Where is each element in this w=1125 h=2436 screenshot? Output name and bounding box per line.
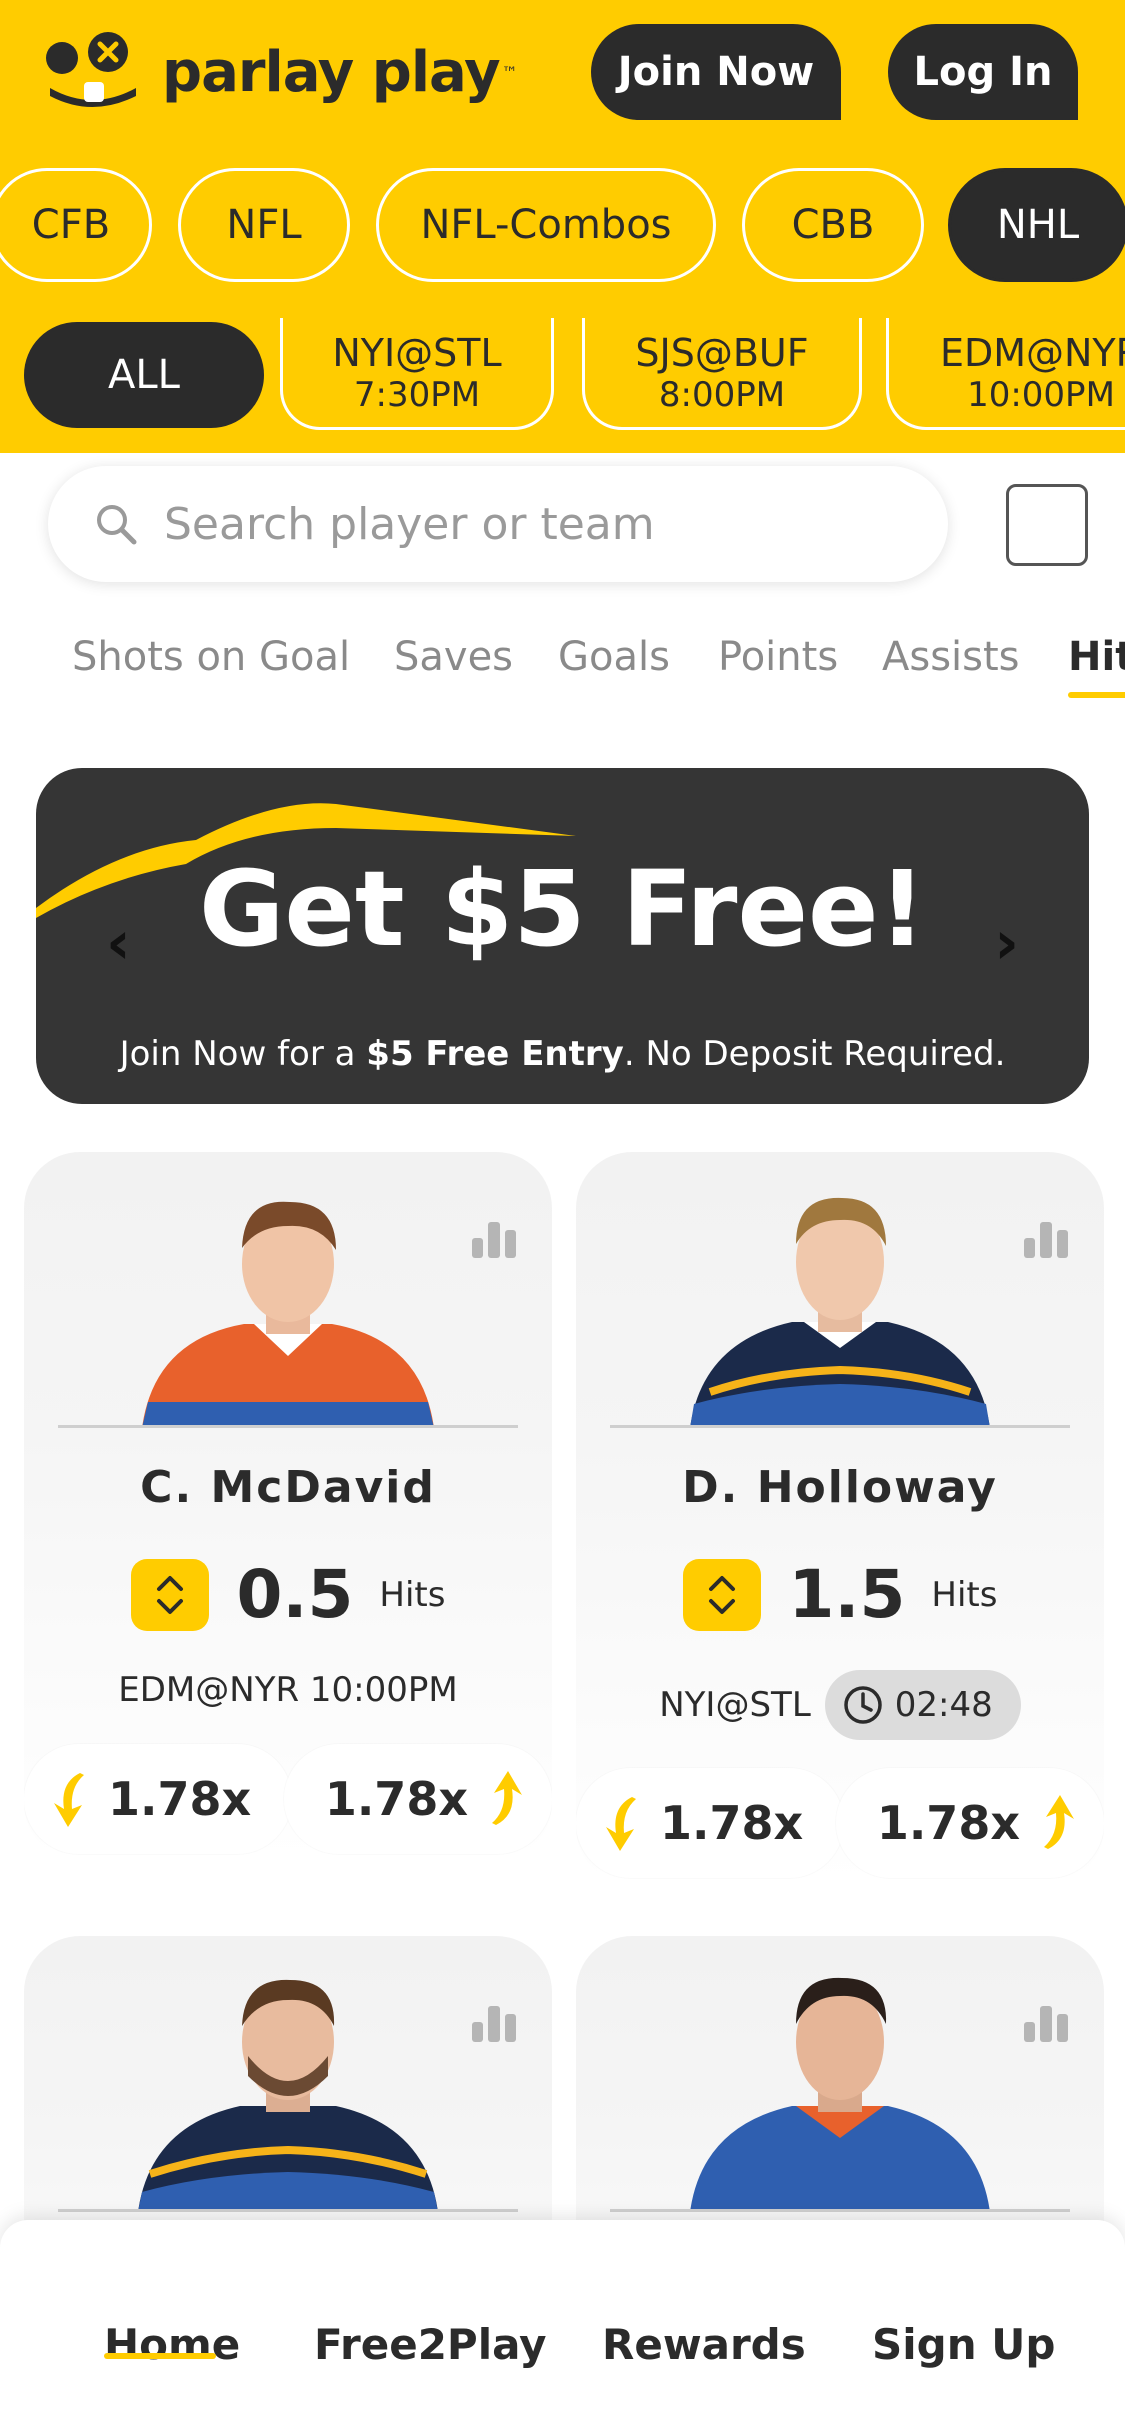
tab-hits[interactable]: Hits — [1068, 634, 1125, 680]
game-teams: NYI@STL — [332, 330, 502, 375]
swap-updown-icon[interactable] — [682, 1558, 761, 1631]
arrow-up-icon — [1038, 1793, 1078, 1853]
sport-filter-row: CFB NFL NFL-Combos CBB NHL — [0, 168, 1125, 282]
player-name: D. Holloway — [682, 1462, 998, 1513]
game-time: 10:00PM — [967, 374, 1115, 415]
game-clock: 02:48 — [894, 1685, 993, 1725]
sport-pill-nfl-combos[interactable]: NFL-Combos — [376, 168, 716, 282]
banner-title: Get $5 Free! — [199, 848, 926, 970]
tab-shots-on-goal[interactable]: Shots on Goal — [72, 634, 350, 680]
app-header: parlay play ™ Join Now Log In CFB NFL NF… — [0, 0, 1125, 453]
bar-chart-icon[interactable] — [1024, 1218, 1068, 1258]
game-filter-row: NYI@STL 7:30PM SJS@BUF 8:00PM EDM@NYR 10… — [0, 318, 1125, 430]
chevron-left-icon[interactable]: ‹ — [106, 908, 131, 978]
player-photo — [610, 1956, 1070, 2212]
sport-pill-cfb[interactable]: CFB — [0, 168, 152, 282]
more-button[interactable]: 1.78x — [284, 1744, 552, 1854]
game-time: 7:30PM — [353, 374, 481, 415]
prop-line: 0.5 Hits — [24, 1556, 552, 1633]
bottom-nav: Home Free2Play Rewards Sign Up — [0, 2220, 1125, 2436]
stat-tabs: Shots on Goal Saves Goals Points Assists… — [0, 626, 1125, 706]
log-in-button[interactable]: Log In — [888, 24, 1078, 120]
more-odds: 1.78x — [876, 1796, 1020, 1850]
prop-line: 1.5 Hits — [576, 1556, 1104, 1633]
top-bar: parlay play ™ Join Now Log In — [0, 0, 1125, 150]
banner-subtitle: Join Now for a $5 Free Entry. No Deposit… — [36, 1034, 1089, 1074]
line-stat: Hits — [931, 1574, 998, 1615]
banner-sub-bold: $5 Free Entry — [366, 1034, 624, 1074]
player-card[interactable]: C. McDavid 0.5 Hits EDM@NYR 10:00PM 1.78… — [24, 1152, 552, 1860]
arrow-down-icon — [50, 1769, 90, 1829]
player-name: C. McDavid — [140, 1462, 436, 1513]
line-value: 1.5 — [788, 1556, 906, 1633]
logo[interactable]: parlay play ™ — [44, 30, 518, 114]
arrow-up-icon — [486, 1769, 526, 1829]
nav-sign-up[interactable]: Sign Up — [872, 2320, 1055, 2369]
player-photo — [610, 1172, 1070, 1428]
game-filter-item[interactable]: SJS@BUF 8:00PM — [582, 318, 862, 430]
sport-pill-nfl[interactable]: NFL — [178, 168, 350, 282]
game-filter-item[interactable]: EDM@NYR 10:00PM — [886, 318, 1125, 430]
chevron-right-icon[interactable]: › — [994, 908, 1019, 978]
sport-pill-cbb[interactable]: CBB — [742, 168, 924, 282]
bar-chart-icon[interactable] — [472, 1218, 516, 1258]
active-tab-underline — [1068, 692, 1125, 698]
less-button[interactable]: 1.78x — [576, 1768, 844, 1878]
game-filter-item[interactable]: NYI@STL 7:30PM — [280, 318, 554, 430]
tab-saves[interactable]: Saves — [394, 634, 513, 680]
less-odds: 1.78x — [660, 1796, 804, 1850]
player-photo — [58, 1956, 518, 2212]
join-now-button[interactable]: Join Now — [591, 24, 841, 120]
arrow-down-icon — [602, 1793, 642, 1853]
nav-free2play[interactable]: Free2Play — [314, 2320, 547, 2369]
clock-icon — [843, 1685, 883, 1725]
more-button[interactable]: 1.78x — [836, 1768, 1104, 1878]
game-info: NYI@STL 02:48 — [576, 1670, 1104, 1740]
game-teams: SJS@BUF — [635, 330, 809, 375]
logo-icon — [44, 30, 142, 114]
nav-home[interactable]: Home — [104, 2320, 240, 2369]
tab-goals[interactable]: Goals — [558, 634, 670, 680]
more-odds: 1.78x — [324, 1772, 468, 1826]
game-clock-chip: 02:48 — [824, 1670, 1021, 1740]
banner-sub-post: . No Deposit Required. — [623, 1034, 1006, 1074]
search-bar — [48, 466, 948, 582]
swap-updown-icon[interactable] — [130, 1558, 209, 1631]
sport-pill-nhl[interactable]: NHL — [948, 168, 1125, 282]
player-card[interactable]: D. Holloway 1.5 Hits NYI@STL 02:48 1.78x… — [576, 1152, 1104, 1884]
game-teams: NYI@STL — [659, 1685, 811, 1725]
banner-sub-pre: Join Now for a — [119, 1034, 367, 1074]
less-odds: 1.78x — [108, 1772, 252, 1826]
search-icon — [94, 502, 138, 546]
game-teams: EDM@NYR — [939, 330, 1125, 375]
line-stat: Hits — [379, 1574, 446, 1615]
filter-checkbox[interactable] — [1006, 484, 1088, 566]
bar-chart-icon[interactable] — [1024, 2002, 1068, 2042]
tab-points[interactable]: Points — [718, 634, 838, 680]
logo-trademark: ™ — [501, 62, 518, 82]
promo-banner[interactable]: Get $5 Free! ‹ › Join Now for a $5 Free … — [36, 768, 1089, 1104]
less-button[interactable]: 1.78x — [24, 1744, 292, 1854]
tab-assists[interactable]: Assists — [882, 634, 1020, 680]
logo-text: parlay play — [162, 39, 501, 105]
player-photo — [58, 1172, 518, 1428]
game-time: 8:00PM — [658, 374, 786, 415]
search-input[interactable] — [164, 498, 924, 550]
bar-chart-icon[interactable] — [472, 2002, 516, 2042]
game-info: EDM@NYR 10:00PM — [118, 1670, 458, 1710]
line-value: 0.5 — [236, 1556, 354, 1633]
active-nav-underline — [104, 2353, 216, 2359]
nav-rewards[interactable]: Rewards — [602, 2320, 806, 2369]
